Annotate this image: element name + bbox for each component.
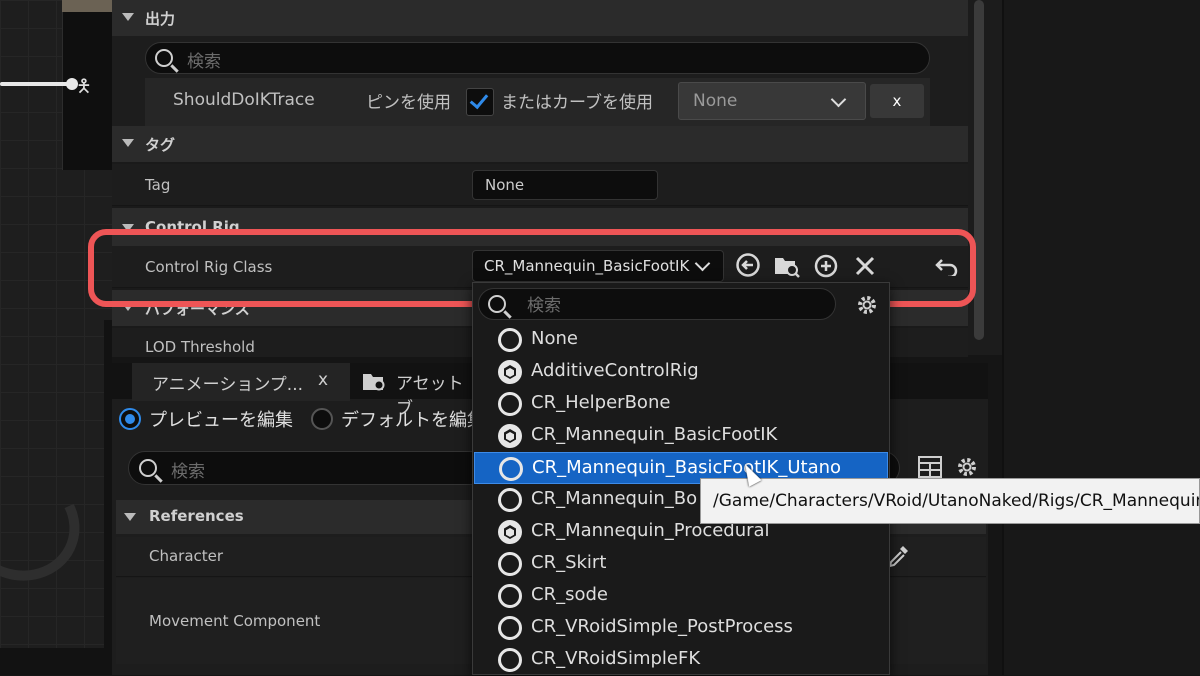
class-item-label: CR_VRoidSimpleFK: [531, 648, 701, 669]
edit-preview-label: プレビューを編集: [149, 410, 293, 431]
graph-footer: [0, 648, 112, 675]
folder-search-icon: [363, 374, 385, 391]
category-tag[interactable]: タグ: [112, 126, 968, 162]
class-item[interactable]: CR_sode: [474, 580, 888, 612]
eyedropper-icon[interactable]: [888, 544, 910, 568]
class-item[interactable]: CR_Mannequin_BasicFootIK: [474, 420, 888, 452]
edit-defaults-radio[interactable]: [311, 408, 333, 430]
class-ring-icon: [498, 584, 522, 608]
collapse-triangle-icon: [122, 13, 134, 21]
class-ring-icon: [498, 488, 522, 512]
class-item-label: AdditiveControlRig: [531, 360, 699, 381]
asset-path-tooltip: /Game/Characters/VRoid/UtanoNaked/Rigs/C…: [700, 478, 1200, 524]
picker-settings-gear-icon[interactable]: [855, 293, 879, 323]
class-item[interactable]: CR_VRoidSimple_PostProcess: [474, 612, 888, 644]
class-ring-icon: [498, 648, 522, 672]
category-references-label: References: [149, 507, 244, 525]
panel-divider: [104, 320, 112, 675]
movement-component-label: Movement Component: [149, 612, 321, 630]
graph-wire: [0, 82, 70, 86]
search-icon: [488, 295, 506, 313]
class-item[interactable]: AdditiveControlRig: [474, 356, 888, 388]
graph-node-header: [62, 0, 112, 12]
class-item-label: CR_sode: [531, 584, 608, 605]
pose-pin-icon: 🯅: [76, 76, 92, 97]
use-pin-label: ピンを使用: [366, 93, 451, 113]
edit-preview-radio[interactable]: [119, 408, 141, 430]
class-item-label: CR_Mannequin_BasicFootIK: [531, 424, 778, 445]
should-do-ik-trace-label: ShouldDoIKTrace: [173, 90, 315, 110]
clear-curve-button[interactable]: x: [870, 84, 924, 118]
edit-defaults-label: デフォルトを編集: [341, 410, 485, 431]
tab-animation-preview[interactable]: アニメーションプ... x: [132, 363, 350, 401]
close-tab-icon[interactable]: x: [318, 370, 328, 390]
or-curve-label: またはカーブを使用: [501, 93, 653, 113]
checkmark-icon: [469, 89, 489, 110]
preview-search-placeholder: 検索: [171, 462, 205, 482]
category-output-label: 出力: [145, 10, 176, 28]
class-item[interactable]: CR_HelperBone: [474, 388, 888, 420]
class-item-label: CR_HelperBone: [531, 392, 671, 413]
class-item[interactable]: None: [474, 324, 888, 356]
category-output[interactable]: 出力: [112, 0, 968, 36]
class-item-label: CR_Mannequin_Bo: [531, 488, 698, 509]
output-search-placeholder: 検索: [187, 52, 221, 72]
class-ring-icon: [499, 457, 523, 481]
class-picker-search-input[interactable]: 検索: [478, 288, 836, 320]
class-cube-icon: [498, 360, 522, 384]
class-item[interactable]: CR_VRoidSimpleFK: [474, 644, 888, 676]
category-tag-label: タグ: [145, 136, 176, 154]
class-cube-icon: [498, 520, 522, 544]
chevron-down-icon: [830, 91, 847, 108]
class-ring-icon: [498, 328, 522, 352]
class-item-label: CR_VRoidSimple_PostProcess: [531, 616, 793, 637]
class-item-label: CR_Skirt: [531, 552, 607, 573]
class-item-label: None: [531, 328, 578, 349]
curve-combo-value: None: [693, 91, 738, 111]
tag-label: Tag: [145, 176, 171, 194]
tab-asset-browser[interactable]: アセットブ: [360, 363, 480, 419]
tag-input[interactable]: None: [472, 170, 658, 200]
class-cube-icon: [498, 424, 522, 448]
use-pin-checkbox[interactable]: [466, 88, 494, 116]
output-search-input[interactable]: 検索: [145, 42, 930, 74]
class-ring-icon: [498, 616, 522, 640]
lod-threshold-label: LOD Threshold: [145, 338, 255, 356]
character-label: Character: [149, 547, 224, 565]
class-item-label: CR_Mannequin_BasicFootIK_Utano: [532, 457, 842, 478]
collapse-triangle-icon: [124, 513, 136, 521]
search-icon: [139, 459, 157, 477]
curve-combo[interactable]: None: [678, 82, 866, 120]
class-item[interactable]: CR_Skirt: [474, 548, 888, 580]
collapse-triangle-icon: [122, 139, 134, 147]
class-picker-search-placeholder: 検索: [527, 296, 561, 316]
class-ring-icon: [498, 552, 522, 576]
tab-animation-preview-label: アニメーションプ...: [152, 375, 304, 395]
right-panel: [1002, 0, 1200, 675]
class-ring-icon: [498, 392, 522, 416]
search-icon: [155, 49, 173, 67]
